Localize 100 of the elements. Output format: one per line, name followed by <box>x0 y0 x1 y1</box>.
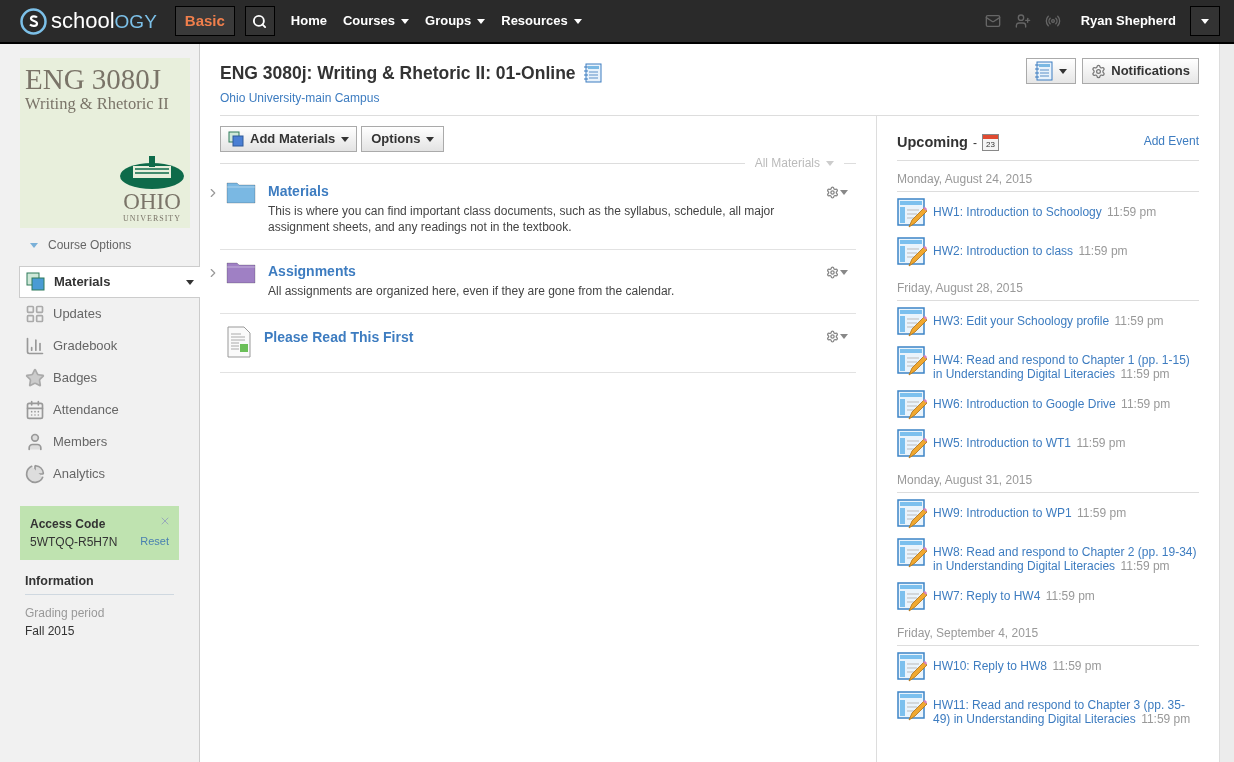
event-entry[interactable]: HW5: Introduction to WT1 11:59 pm <box>933 435 1126 450</box>
add-materials-icon <box>228 131 244 147</box>
gradebook-icon <box>25 336 45 356</box>
sidebar-item[interactable]: Gradebook <box>19 330 199 362</box>
material-title[interactable]: Please Read This First <box>264 328 856 346</box>
campus-link[interactable]: Ohio University-main Campus <box>220 89 1027 108</box>
assignment-icon <box>897 345 927 376</box>
schoology-logo[interactable]: schoolOGY <box>20 7 157 35</box>
settings-icon <box>826 330 839 343</box>
date-heading: Friday, September 4, 2015 <box>897 623 1199 646</box>
search-button[interactable] <box>244 6 275 36</box>
options-button[interactable]: Options <box>361 126 445 152</box>
settings-icon <box>826 266 839 279</box>
assignment-icon <box>897 306 927 337</box>
material-description: All assignments are organized here, even if they are gone from the calendar. <box>268 283 676 299</box>
add-event-link[interactable]: Add Event <box>1143 132 1199 150</box>
settings-menu-button[interactable] <box>826 330 848 343</box>
course-options-link[interactable]: Course Options <box>30 236 199 254</box>
close-icon[interactable] <box>159 515 171 527</box>
material-title[interactable]: Materials <box>268 182 856 200</box>
caret-icon <box>1059 68 1068 74</box>
caret-icon <box>30 242 38 248</box>
nav-menu[interactable]: Resources <box>501 11 582 31</box>
event-entry[interactable]: HW10: Reply to HW8 11:59 pm <box>933 658 1102 673</box>
notifications-button[interactable]: Notifications <box>1082 58 1199 84</box>
university-seal-icon <box>119 154 185 190</box>
course-image-title: ENG 3080J <box>25 64 163 94</box>
sidebar-item[interactable]: Badges <box>19 362 199 394</box>
caret-icon <box>840 334 848 339</box>
sidebar-item[interactable]: Members <box>19 426 199 458</box>
caret-icon <box>186 279 194 285</box>
pie-chart-icon <box>25 464 45 484</box>
star-icon <box>25 368 45 388</box>
caret-icon <box>840 190 848 195</box>
nav-menu[interactable]: Groups <box>425 11 486 31</box>
university-subtitle: UNIVERSITY <box>123 214 181 224</box>
logo-s-icon <box>20 7 47 35</box>
reset-link[interactable]: Reset <box>140 533 169 551</box>
assignment-icon <box>897 651 927 682</box>
add-materials-button[interactable]: Add Materials <box>220 126 358 152</box>
sidebar-item[interactable]: Materials <box>19 266 200 298</box>
event-entry[interactable]: HW1: Introduction to Schoology 11:59 pm <box>933 204 1157 219</box>
access-code-title: Access Code <box>30 516 106 533</box>
event-entry[interactable]: HW4: Read and respond to Chapter 1 (pp. 1-15) in Understanding Digital Literacies 11:59 pm <box>933 352 1199 381</box>
signal-icon[interactable] <box>1044 13 1061 29</box>
assignment-icon <box>897 581 927 612</box>
caret-icon <box>341 136 350 142</box>
date-heading: Monday, August 24, 2015 <box>897 169 1199 192</box>
assignment-icon <box>897 197 927 228</box>
updates-icon <box>25 304 45 324</box>
notebook-icon <box>583 63 602 84</box>
material-item[interactable]: Materials This is where you can find important class documents, such as the syllabus, schedule, all major assignment sheets, and any readings not in the textbook. <box>220 170 856 250</box>
date-heading: Friday, August 28, 2015 <box>897 278 1199 301</box>
basic-button[interactable]: Basic <box>174 6 235 36</box>
mail-icon[interactable] <box>984 13 1001 29</box>
sidebar-item[interactable]: Updates <box>19 298 199 330</box>
assignment-icon <box>897 236 927 267</box>
information-heading: Information <box>25 572 174 595</box>
notebook-icon <box>1035 61 1054 81</box>
search-icon <box>252 13 268 29</box>
event-entry[interactable]: HW9: Introduction to WP1 11:59 pm <box>933 505 1127 520</box>
caret-icon <box>426 136 435 142</box>
view-menu-button[interactable] <box>1026 58 1077 84</box>
date-heading: Monday, August 31, 2015 <box>897 470 1199 493</box>
nav-menu[interactable]: Courses <box>343 11 409 31</box>
assignment-icon <box>897 498 927 529</box>
nav-menu[interactable]: Home <box>290 11 327 31</box>
event-entry[interactable]: HW7: Reply to HW4 11:59 pm <box>933 588 1095 603</box>
settings-menu-button[interactable] <box>826 266 848 279</box>
event-entry[interactable]: HW8: Read and respond to Chapter 2 (pp. 19-34) in Understanding Digital Literacies 11:59 pm <box>933 544 1199 573</box>
calendar-icon[interactable]: 23 <box>981 134 999 152</box>
assignment-icon <box>897 690 927 721</box>
caret-icon <box>840 270 848 275</box>
caret-icon <box>1201 18 1209 24</box>
sidebar-item[interactable]: Analytics <box>19 458 199 490</box>
university-name: OHIO <box>123 190 181 214</box>
event-entry[interactable]: HW3: Edit your Schoology profile 11:59 pm <box>933 313 1164 328</box>
document-icon <box>226 326 252 358</box>
material-item[interactable]: Assignments All assignments are organized here, even if they are gone from the calendar. <box>220 250 856 314</box>
user-name[interactable]: Ryan Shepherd <box>1080 11 1176 31</box>
course-image-subtitle: Writing & Rhetoric II <box>25 94 170 114</box>
assignment-icon <box>897 537 927 568</box>
event-entry[interactable]: HW6: Introduction to Google Drive 11:59 pm <box>933 396 1171 411</box>
event-entry[interactable]: HW11: Read and respond to Chapter 3 (pp. 35-49) in Understanding Digital Literacies 11:59 pm <box>933 697 1199 726</box>
material-title[interactable]: Assignments <box>268 262 856 280</box>
heading-separator: - <box>972 134 977 152</box>
assignment-icon <box>897 389 927 420</box>
material-item[interactable]: Please Read This First <box>220 314 856 373</box>
sidebar-item[interactable]: Attendance <box>19 394 199 426</box>
event-entry[interactable]: HW2: Introduction to class 11:59 pm <box>933 243 1128 258</box>
logo-wordmark: schoolOGY <box>51 10 157 32</box>
person-icon <box>25 432 45 452</box>
settings-menu-button[interactable] <box>826 186 848 199</box>
people-icon[interactable] <box>1014 13 1031 29</box>
course-title: ENG 3080j: Writing & Rhetoric II: 01-Online <box>220 62 576 85</box>
user-menu-button[interactable] <box>1190 6 1220 36</box>
material-description: This is where you can find important class documents, such as the syllabus, schedule, all major assignment sheets, and any readings not in the textbook. <box>268 203 776 235</box>
settings-icon <box>826 186 839 199</box>
materials-icon <box>26 272 46 292</box>
caret-icon <box>826 160 834 166</box>
